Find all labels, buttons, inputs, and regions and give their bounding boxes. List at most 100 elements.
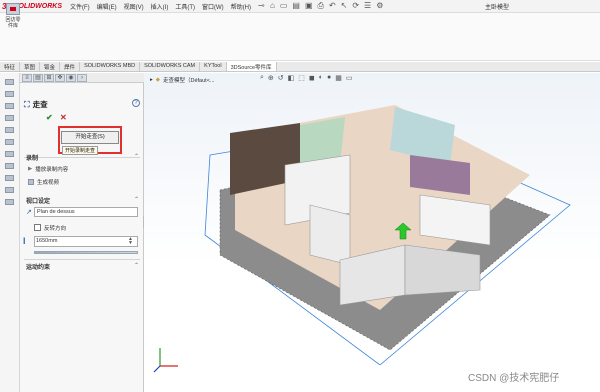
help-icon[interactable]: ?: [132, 99, 140, 107]
more-tabs-icon[interactable]: ›: [77, 74, 87, 82]
home-icon[interactable]: ⌂: [270, 1, 275, 11]
view-section-header[interactable]: 视口设定: [26, 196, 50, 205]
divider: [24, 259, 140, 260]
flip-direction-checkbox[interactable]: [34, 224, 41, 231]
feature-tree-tab-icon[interactable]: ≡: [22, 74, 32, 82]
pin-icon[interactable]: ⊸: [258, 1, 265, 10]
display-tab-icon[interactable]: ◉: [66, 74, 76, 82]
part-library-icon: [6, 3, 20, 15]
tool-icon[interactable]: [5, 79, 14, 85]
menu-edit[interactable]: 编辑(E): [97, 2, 117, 11]
tool-icon[interactable]: [5, 151, 14, 157]
tab-sheet-metal[interactable]: 钣金: [40, 62, 61, 71]
hide-show-icon[interactable]: ◐: [319, 74, 323, 82]
pm-title: ⛶ 走查: [24, 99, 48, 110]
cancel-x-icon[interactable]: ✕: [60, 113, 67, 122]
menu-help[interactable]: 帮助(H): [231, 2, 251, 11]
menu-window[interactable]: 窗口(W): [202, 2, 224, 11]
tree-root-label: 走查模型（Défaut<...: [163, 78, 215, 84]
open-folder-icon[interactable]: ▤: [292, 1, 300, 11]
flip-direction-label: 反转方向: [44, 226, 67, 232]
height-icon: I: [23, 236, 26, 246]
start-walkthrough-button[interactable]: 开始走查(S): [61, 131, 119, 144]
feature-tree-flyout[interactable]: ▸ ◆ 走查模型（Défaut<...: [150, 76, 215, 84]
save-icon[interactable]: ▣: [305, 1, 313, 11]
view-orientation-icon[interactable]: ⬚: [298, 74, 305, 82]
part-library-button[interactable]: 回访零 件库: [3, 3, 23, 29]
view-settings-icon[interactable]: ▭: [346, 74, 353, 82]
quick-access-toolbar: ⌂ ▭ ▤ ▣ ⎙ ↶ ↖ ⟳ ☰ ⚙: [270, 1, 383, 11]
section-view-icon[interactable]: ◧: [288, 74, 295, 82]
height-slider[interactable]: [34, 251, 138, 254]
collapse-chevron-icon[interactable]: ⌃: [134, 153, 139, 160]
document-title: 主卧模型: [485, 5, 510, 11]
tab-3dsource[interactable]: 3DSource零件库: [226, 62, 277, 71]
ok-check-icon[interactable]: ✔: [46, 113, 53, 122]
tab-sketch[interactable]: 草图: [20, 62, 41, 71]
collapse-chevron-icon[interactable]: ⌃: [134, 262, 139, 269]
tool-icon[interactable]: [5, 127, 14, 133]
property-manager: ≡ ▤ ⊞ ✥ ◉ › ⛶ 走查 ? ✔ ✕ 开始走查(S) 开始录制走查 录制…: [20, 73, 144, 392]
menu-bar: 文件(F) 编辑(E) 视图(V) 插入(I) 工具(T) 窗口(W) 帮助(H…: [70, 2, 251, 11]
new-file-icon[interactable]: ▭: [280, 1, 288, 11]
undo-icon[interactable]: ↶: [329, 1, 336, 11]
play-recording-row[interactable]: ▶ 播放录制内容: [28, 165, 68, 173]
menu-insert[interactable]: 插入(I): [151, 2, 169, 11]
walkthrough-icon: ⛶: [24, 99, 30, 109]
scene-icon[interactable]: ▦: [335, 74, 342, 82]
display-style-icon[interactable]: ◼: [309, 74, 315, 82]
ribbon: [0, 13, 600, 61]
menu-file[interactable]: 文件(F): [70, 2, 90, 11]
tree-expand-icon: ▸: [150, 77, 153, 83]
config-tab-icon[interactable]: ⊞: [44, 74, 54, 82]
collapse-chevron-icon[interactable]: ⌃: [134, 196, 139, 203]
tab-mbd[interactable]: SOLIDWORKS MBD: [80, 62, 141, 71]
rebuild-icon[interactable]: ⟳: [352, 1, 359, 11]
zoom-fit-icon[interactable]: ⌕: [260, 74, 264, 82]
appearance-icon[interactable]: ●: [327, 74, 331, 82]
record-section-header[interactable]: 录制: [26, 153, 38, 162]
tab-cam[interactable]: SOLIDWORKS CAM: [140, 62, 201, 71]
part-library-label-2: 件库: [7, 23, 18, 29]
play-icon: ▶: [28, 166, 33, 172]
tool-icon[interactable]: [5, 91, 14, 97]
generate-video-label: 生成视频: [37, 180, 60, 186]
pm-title-text: 走查: [32, 100, 48, 109]
tab-weldments[interactable]: 焊件: [60, 62, 81, 71]
coordinate-triad-icon: [153, 348, 178, 373]
pm-tabs: ≡ ▤ ⊞ ✥ ◉ ›: [20, 73, 144, 83]
zoom-area-icon[interactable]: ⊕: [268, 74, 274, 82]
watermark: CSDN @技术宪肥仔: [468, 373, 560, 384]
height-spinner[interactable]: ▲ ▼: [128, 237, 133, 246]
view-input[interactable]: Plan de dessus: [34, 207, 138, 217]
house-model[interactable]: [190, 95, 590, 365]
tool-icon[interactable]: [5, 163, 14, 169]
options-gear-icon[interactable]: ⚙: [376, 1, 383, 11]
dim-xpert-tab-icon[interactable]: ✥: [55, 74, 65, 82]
left-tool-strip: [0, 73, 20, 392]
generate-video-row[interactable]: 生成视频: [28, 178, 59, 186]
tooltip: 开始录制走查: [62, 146, 99, 155]
tab-kytool[interactable]: KYTool: [200, 62, 227, 71]
tool-icon[interactable]: [5, 175, 14, 181]
tool-icon[interactable]: [5, 187, 14, 193]
heads-up-view-toolbar: ⌕ ⊕ ↺ ◧ ⬚ ◼ ◐ ● ▦ ▭: [260, 74, 352, 82]
previous-view-icon[interactable]: ↺: [278, 74, 284, 82]
white-wall-dotted-2: [309, 204, 351, 266]
file-properties-icon[interactable]: ☰: [364, 1, 371, 11]
property-manager-tab-icon[interactable]: ▤: [33, 74, 43, 82]
print-icon[interactable]: ⎙: [318, 1, 324, 11]
height-value: 1650mm: [36, 238, 58, 244]
select-icon[interactable]: ↖: [341, 1, 348, 11]
tool-icon[interactable]: [5, 139, 14, 145]
motion-section-header[interactable]: 运动约束: [26, 262, 50, 271]
tab-features[interactable]: 特征: [0, 62, 21, 71]
tool-icon[interactable]: [5, 103, 14, 109]
menu-view[interactable]: 视图(V): [124, 2, 144, 11]
part-icon: ◆: [155, 77, 160, 83]
video-icon: [28, 179, 34, 185]
view-picker-icon[interactable]: ↗: [26, 208, 32, 216]
tool-icon[interactable]: [5, 199, 14, 205]
menu-tools[interactable]: 工具(T): [175, 2, 195, 11]
tool-icon[interactable]: [5, 115, 14, 121]
